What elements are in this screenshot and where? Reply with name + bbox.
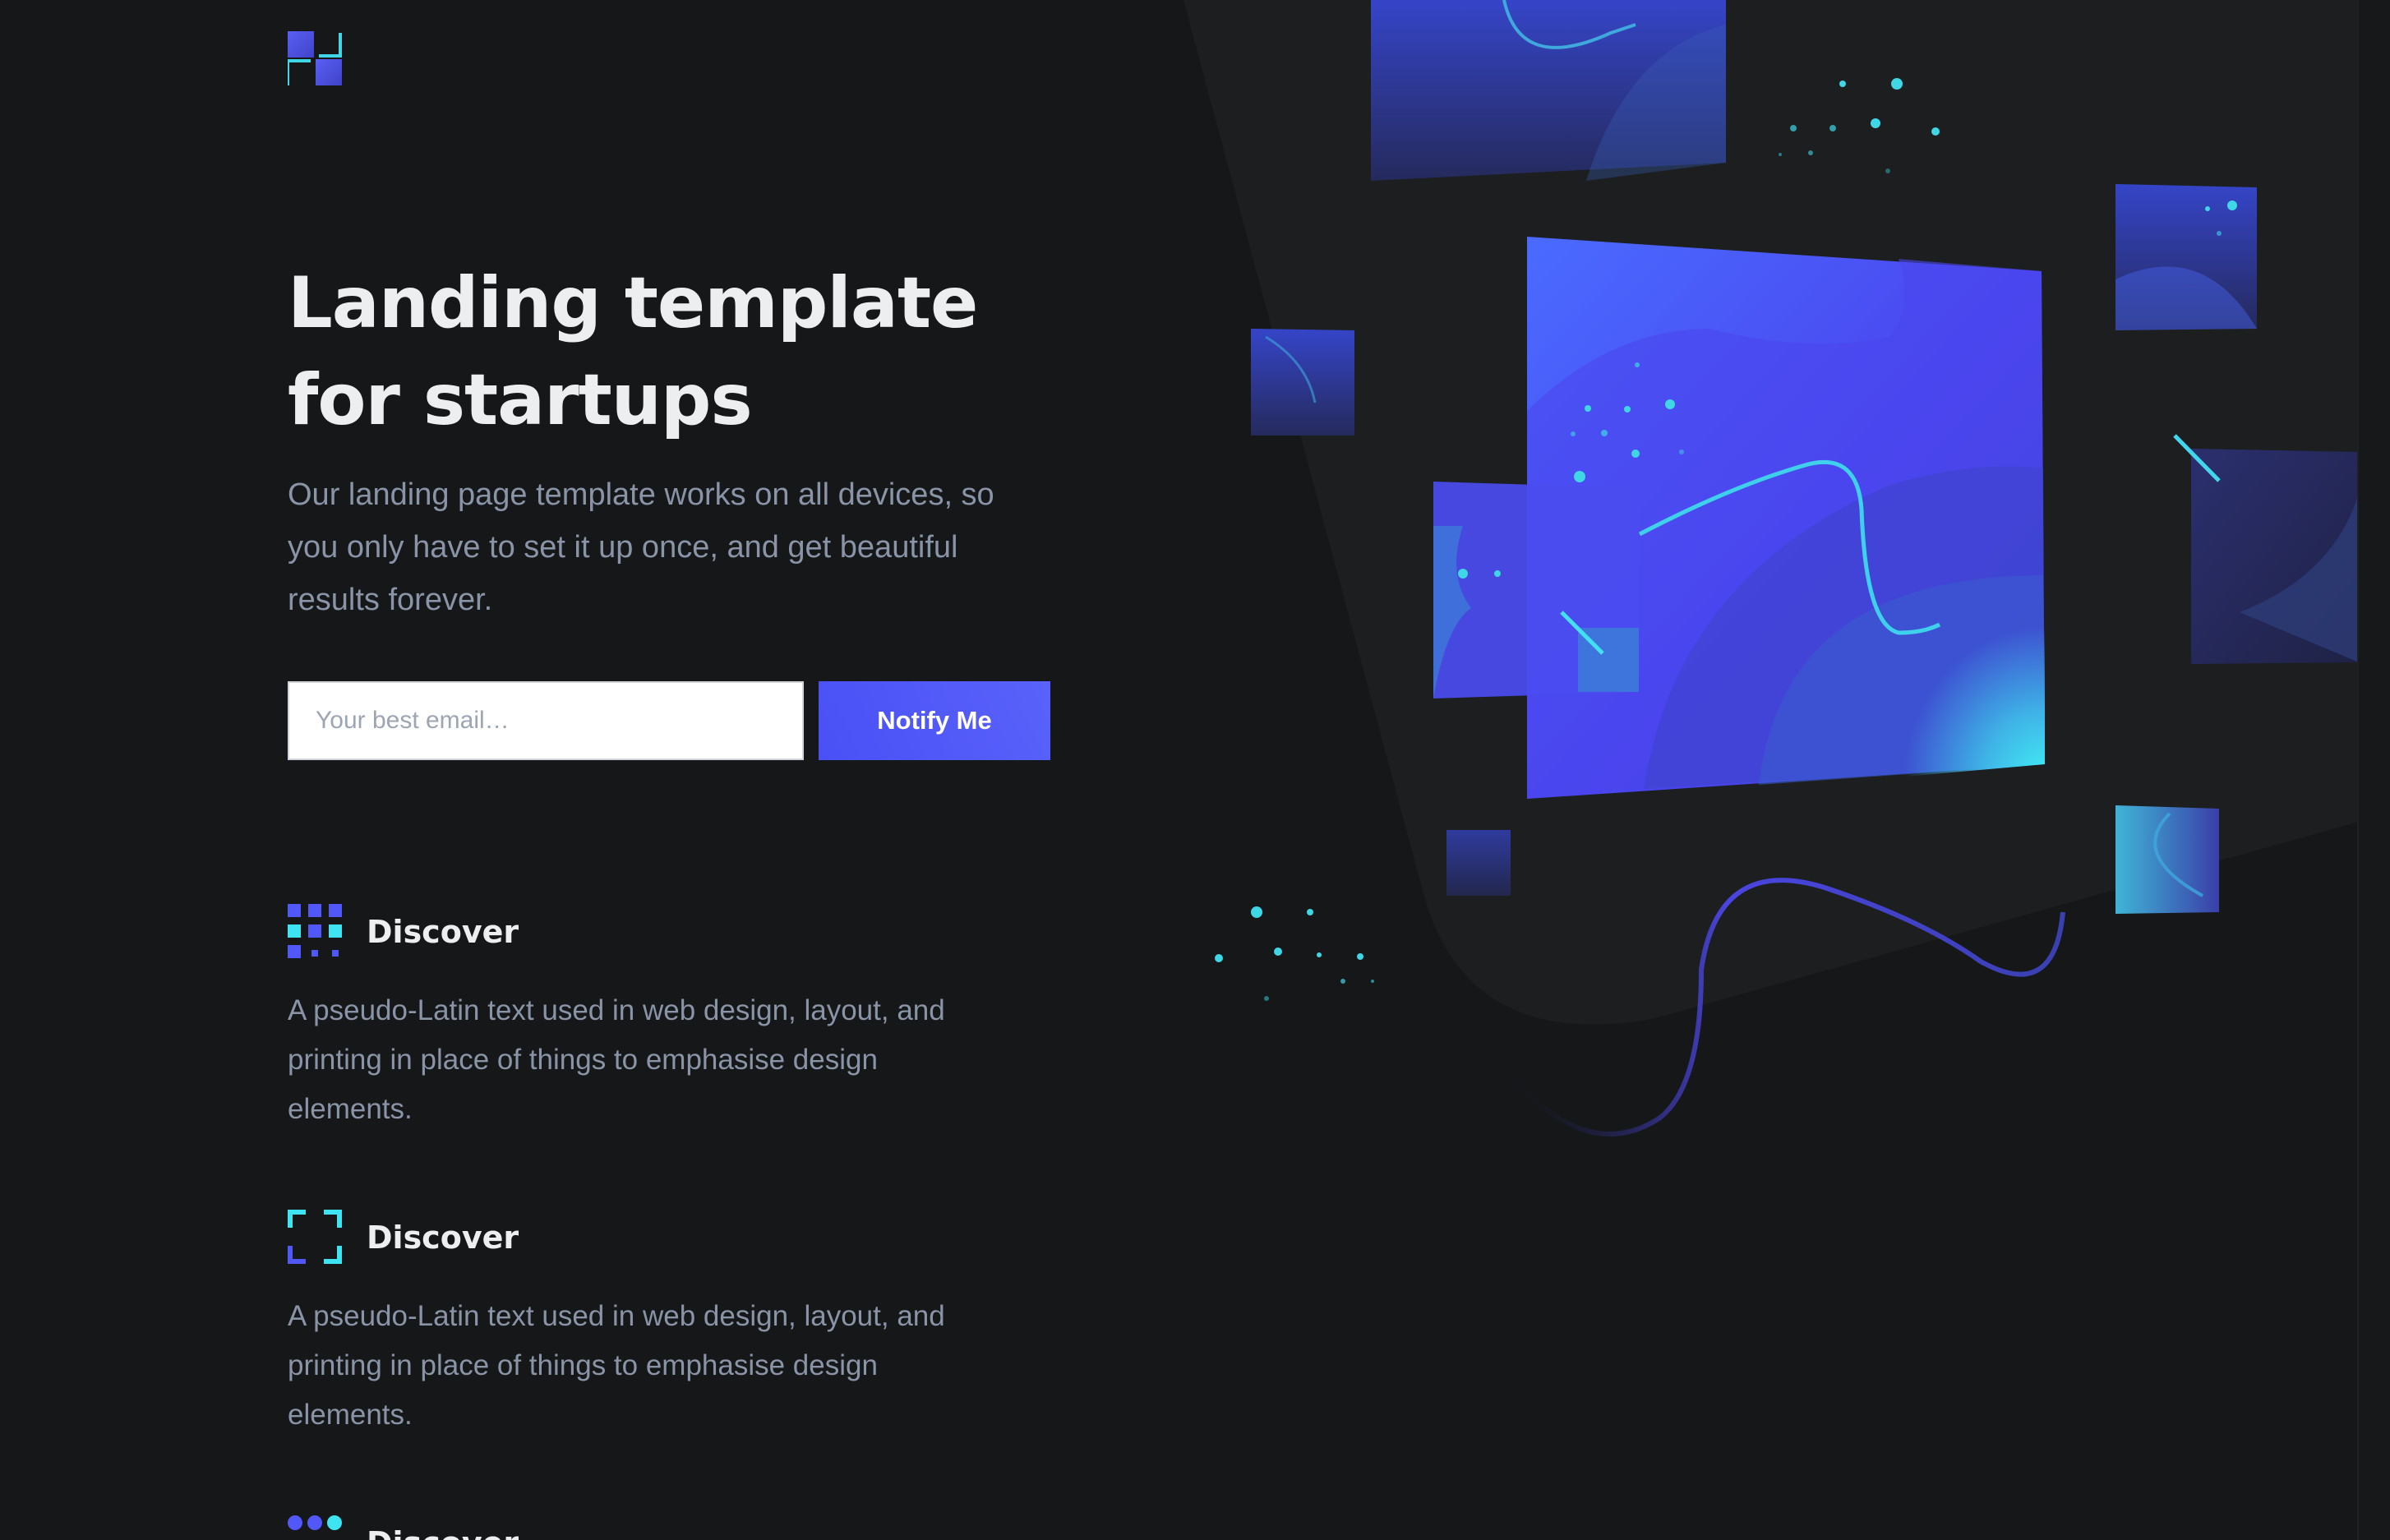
hero-title: Landing template for startups <box>288 262 978 441</box>
notify-me-button[interactable]: Notify Me <box>819 681 1050 760</box>
grid-dots-icon <box>288 904 342 958</box>
hero-illustration <box>1183 0 2359 1137</box>
feature-title: Discover <box>367 1220 519 1256</box>
feature-title: Discover <box>367 914 519 950</box>
feature-item: Discover A pseudo-Latin text used in web… <box>288 1210 962 1440</box>
feature-item: Discover A pseudo-Latin text used in web… <box>288 904 962 1134</box>
landing-page: Landing template for startups Our landin… <box>0 0 2390 1540</box>
feature-text: A pseudo-Latin text used in web design, … <box>288 1300 945 1431</box>
logo-mark-icon[interactable] <box>288 31 342 85</box>
email-input[interactable] <box>288 681 804 760</box>
circle-dots-icon <box>288 1515 342 1530</box>
signup-form: Notify Me <box>288 681 1052 760</box>
frame-corners-icon <box>288 1210 342 1264</box>
feature-title: Discover <box>367 1522 519 1540</box>
hero-paragraph: Our landing page template works on all d… <box>288 477 994 617</box>
feature-item: Discover <box>288 1515 962 1540</box>
scrollbar[interactable] <box>2357 0 2390 1540</box>
feature-text: A pseudo-Latin text used in web design, … <box>288 994 945 1125</box>
